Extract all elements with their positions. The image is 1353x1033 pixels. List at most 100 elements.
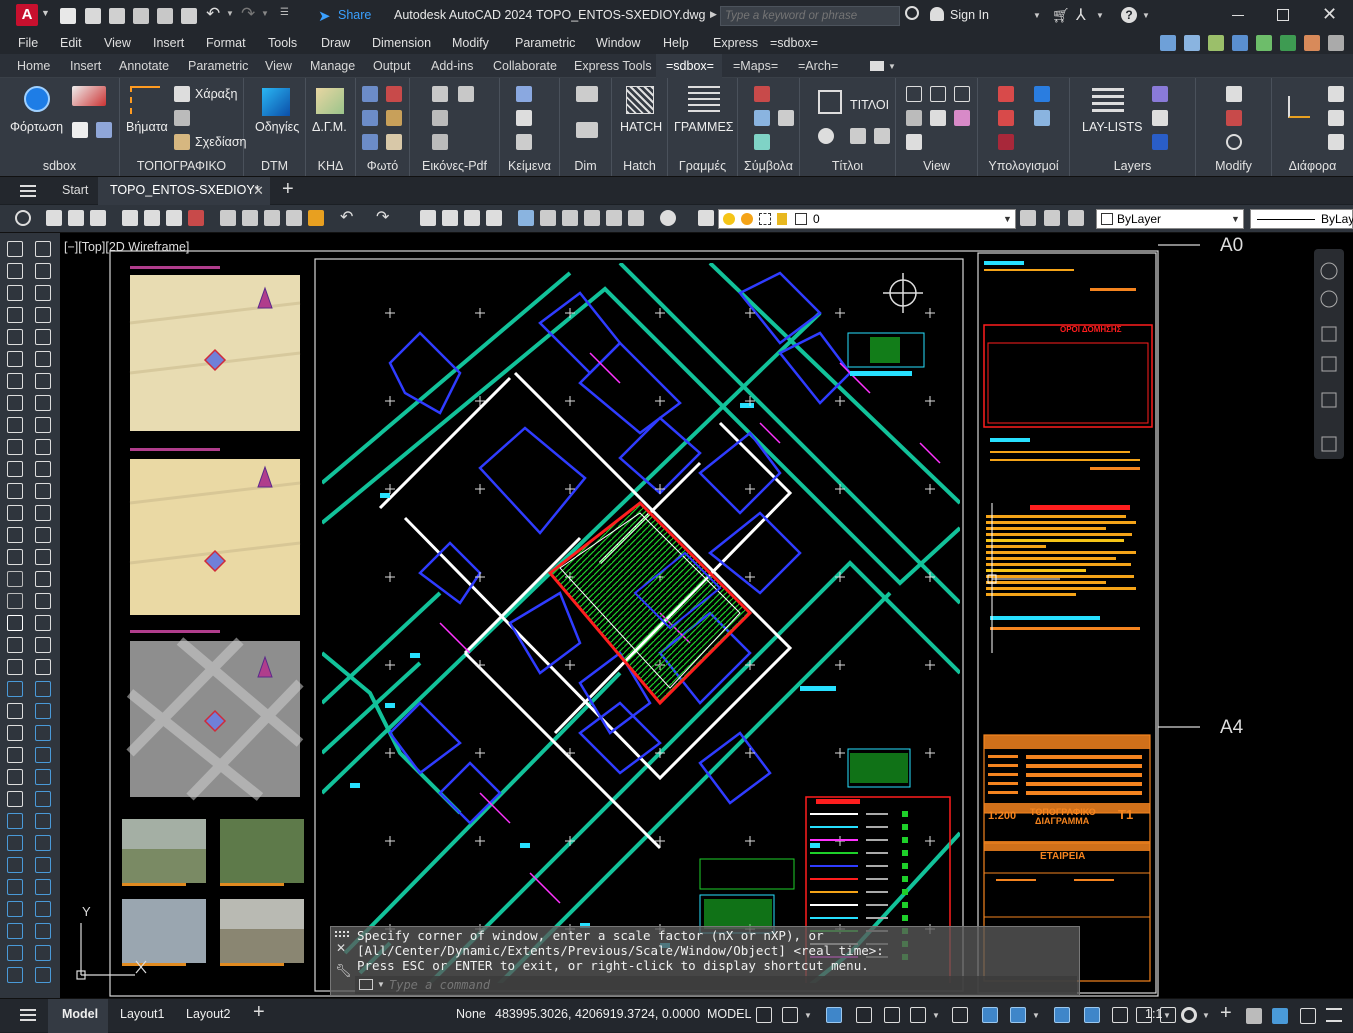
annotation-monitor-icon[interactable]: + [1220,1002,1232,1025]
layer-prev-icon[interactable] [1020,210,1036,226]
open-folder-icon[interactable] [85,8,101,24]
modify-tool-icon[interactable] [35,901,51,917]
tab-addins[interactable]: Add-ins [431,59,473,73]
modify-tool-icon[interactable] [35,263,51,279]
draw-tool-icon[interactable] [7,395,23,411]
sign-in-button[interactable]: Sign In [950,8,989,22]
view-named-icon[interactable] [906,110,922,126]
undo-icon[interactable]: ↶ [206,4,220,24]
tb-matchprop-icon[interactable] [286,210,302,226]
draw-tool-icon[interactable] [7,527,23,543]
laylists-button[interactable]: LAY-LISTS [1082,120,1142,134]
maximize-icon[interactable] [1277,9,1289,21]
draw-tool-icon[interactable] [7,747,23,763]
draw-tool-icon[interactable] [7,571,23,587]
draw-tool-icon[interactable] [7,285,23,301]
tb-plot-icon[interactable] [166,210,182,226]
modify-tool-icon[interactable] [35,659,51,675]
polar-icon[interactable] [910,1007,926,1023]
panel-label-dtm[interactable]: DTM [244,159,305,173]
snap-icon[interactable] [782,1007,798,1023]
redo-icon[interactable]: ↷ [241,4,255,24]
export-icon-3[interactable] [1328,134,1344,150]
dgm-icon[interactable] [316,88,344,114]
dgm-button[interactable]: Δ.Γ.Μ. [312,120,347,134]
panel-label-sdbox[interactable]: sdbox [0,159,119,173]
new-file-icon[interactable] [60,8,76,24]
drawing-canvas[interactable]: [−][Top][2D Wireframe] A0 A4 Y ΟΡΟΙ ΔΟΜΗ… [60,233,1353,998]
new-tab-icon[interactable]: + [282,178,294,201]
menu-window[interactable]: Window [596,36,640,50]
close-icon[interactable]: ✕ [1322,4,1337,25]
draw-tool-icon[interactable] [7,945,23,961]
modify-tool-icon[interactable] [35,373,51,389]
tb-paste-icon[interactable] [264,210,280,226]
panel-label-khd[interactable]: ΚΗΔ [306,159,355,173]
vimata-button[interactable]: Βήματα [126,120,168,134]
redo-chevron-icon[interactable]: ▼ [261,9,269,18]
modify-tool-icon[interactable] [35,549,51,565]
modify-tool-icon[interactable] [35,923,51,939]
draw-tool-icon[interactable] [7,879,23,895]
draw-tool-icon[interactable] [7,439,23,455]
modify-tool-icon[interactable] [35,967,51,983]
share-icon[interactable]: ➤ [318,7,331,25]
snap-chevron-icon[interactable]: ▼ [804,1011,812,1020]
infer-constraints-icon[interactable] [826,1007,842,1023]
titloi-icon[interactable] [818,90,842,114]
photo-icon-5[interactable] [362,134,378,150]
search-input[interactable] [720,6,900,26]
polar-chevron-icon[interactable]: ▼ [932,1011,940,1020]
odigies-icon[interactable] [262,88,290,116]
menu-sdbox[interactable]: =sdbox= [770,36,818,50]
modify-tool-icon[interactable] [35,483,51,499]
tb-redo-icon[interactable]: ↷ [376,207,389,227]
calc-icon-3[interactable] [998,110,1014,126]
panel-label-layers[interactable]: Layers [1070,159,1195,173]
draw-tool-icon[interactable] [7,417,23,433]
command-prompt-chevron-icon[interactable]: ▼ [377,980,385,989]
tb-print-icon[interactable] [122,210,138,226]
title-frame-icon[interactable] [874,128,890,144]
draw-tool-icon[interactable] [7,681,23,697]
modify-tool-icon[interactable] [35,747,51,763]
modify-tool-icon[interactable] [35,857,51,873]
menu-parametric[interactable]: Parametric [515,36,575,50]
cart-icon[interactable]: 🛒︎ [1052,7,1070,24]
modify-tool-icon[interactable] [35,351,51,367]
undo-chevron-icon[interactable]: ▼ [226,9,234,18]
modify-tool-icon[interactable] [35,307,51,323]
tab-annotate[interactable]: Annotate [119,59,169,73]
map-icon-3[interactable] [1256,35,1272,51]
map-icon-1[interactable] [1208,35,1224,51]
panel-label-foto[interactable]: Φωτό [356,159,409,173]
settings-gear-icon[interactable] [818,128,834,144]
tool-icon-a[interactable] [72,86,106,106]
tab-express-tools[interactable]: Express Tools [574,59,652,73]
calc-icon-1[interactable] [998,86,1014,102]
layout-grid-icon[interactable] [1160,35,1176,51]
command-settings-icon[interactable]: 🔧︎ [335,963,352,979]
tb-new-icon[interactable] [46,210,62,226]
selection-cycling-icon[interactable] [1112,1007,1128,1023]
layer-iso-icon[interactable] [1068,210,1084,226]
modify-tool-icon[interactable] [35,461,51,477]
draw-tool-icon[interactable] [7,483,23,499]
panel-label-dim[interactable]: Dim [560,159,611,173]
draw-tool-icon[interactable] [7,813,23,829]
fortosi-button[interactable]: Φόρτωση [10,120,63,134]
draw-tool-icon[interactable] [7,351,23,367]
tb-zoom-window-icon[interactable] [464,210,480,226]
text-a4-icon[interactable] [72,122,88,138]
draw-tool-icon[interactable] [7,791,23,807]
titloi-button[interactable]: ΤΙΤΛΟΙ [850,98,889,112]
panel-label-hatch[interactable]: Hatch [612,159,667,173]
menu-file[interactable]: File [18,36,38,50]
diafora-axis-icon[interactable] [1288,96,1310,118]
lineweight-icon[interactable] [1054,1007,1070,1023]
calc-icon-2[interactable] [1034,86,1050,102]
tab-view[interactable]: View [265,59,292,73]
a360-chevron-icon[interactable]: ▼ [1096,11,1104,20]
draw-tool-icon[interactable] [7,373,23,389]
object-snap-chevron-icon[interactable]: ▼ [1032,1011,1040,1020]
